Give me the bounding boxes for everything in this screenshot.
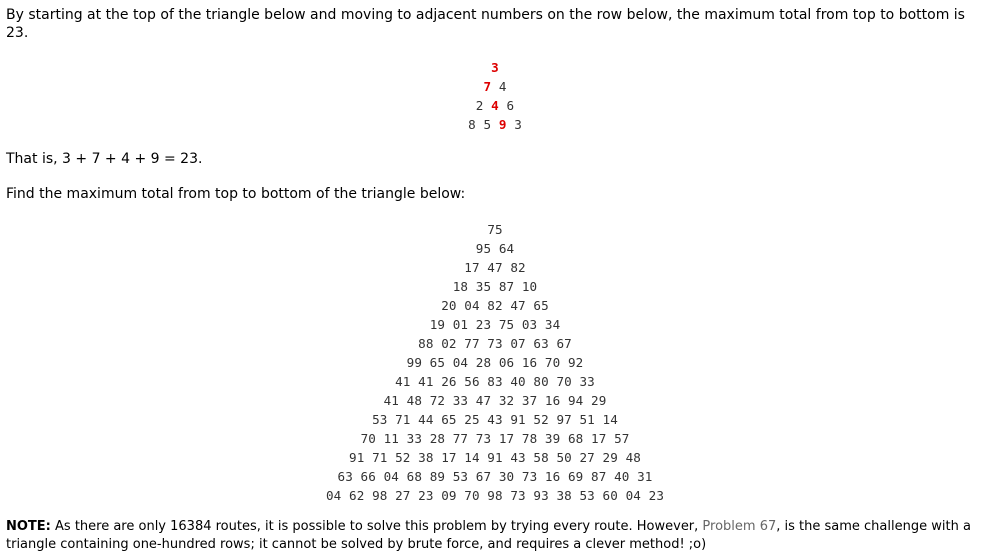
- example-triangle-row: 8 5 9 3: [0, 115, 990, 134]
- highlighted-number: 7: [483, 79, 492, 94]
- triangle-row: 18 35 87 10: [452, 279, 538, 294]
- note-label: NOTE:: [6, 519, 51, 534]
- triangle-number: 8: [468, 117, 476, 132]
- triangle-row: 19 01 23 75 03 34: [429, 317, 561, 332]
- triangle-row: 99 65 04 28 06 16 70 92: [406, 355, 584, 370]
- triangle-row: 41 41 26 56 83 40 80 70 33: [395, 374, 595, 389]
- triangle-row: 41 48 72 33 47 32 37 16 94 29: [383, 393, 607, 408]
- number-triangle: 75 95 64 17 47 82 18 35 87 10 20 04 82 47 65…: [0, 220, 990, 505]
- example-triangle-row: 7 4: [0, 77, 990, 96]
- triangle-row: 63 66 04 68 89 53 67 30 73 16 69 87 40 3…: [337, 469, 653, 484]
- problem-67-link[interactable]: Problem 67: [702, 519, 776, 534]
- triangle-row: 20 04 82 47 65: [441, 298, 549, 313]
- triangle-number: 5: [483, 117, 492, 132]
- example-triangle-row: 3: [0, 58, 990, 77]
- triangle-number: 4: [498, 79, 507, 94]
- triangle-row: 95 64: [475, 241, 515, 256]
- triangle-number: 6: [506, 98, 515, 113]
- note-text-before: As there are only 16384 routes, it is po…: [50, 519, 703, 534]
- triangle-row: 04 62 98 27 23 09 70 98 73 93 38 53 60 0…: [325, 488, 664, 503]
- highlighted-number: 9: [498, 117, 507, 132]
- intro-paragraph: By starting at the top of the triangle b…: [6, 7, 965, 41]
- triangle-row: 75: [487, 222, 503, 237]
- problem-page: By starting at the top of the triangle b…: [0, 0, 990, 559]
- triangle-number: 3: [514, 117, 522, 132]
- triangle-row: 88 02 77 73 07 63 67: [418, 336, 572, 351]
- example-triangle: 37 42 4 68 5 9 3: [0, 58, 990, 134]
- triangle-number: 2: [475, 98, 484, 113]
- example-triangle-row: 2 4 6: [0, 96, 990, 115]
- note-paragraph: NOTE: As there are only 16384 routes, it…: [6, 518, 986, 554]
- triangle-row: 70 11 33 28 77 73 17 78 39 68 17 57: [360, 431, 630, 446]
- example-sum-text: That is, 3 + 7 + 4 + 9 = 23.: [6, 151, 203, 167]
- task-paragraph: Find the maximum total from top to botto…: [6, 186, 466, 202]
- triangle-row: 17 47 82: [464, 260, 526, 275]
- highlighted-number: 4: [491, 98, 499, 113]
- highlighted-number: 3: [491, 60, 499, 75]
- triangle-row: 53 71 44 65 25 43 91 52 97 51 14: [372, 412, 618, 427]
- triangle-row: 91 71 52 38 17 14 91 43 58 50 27 29 48: [349, 450, 641, 465]
